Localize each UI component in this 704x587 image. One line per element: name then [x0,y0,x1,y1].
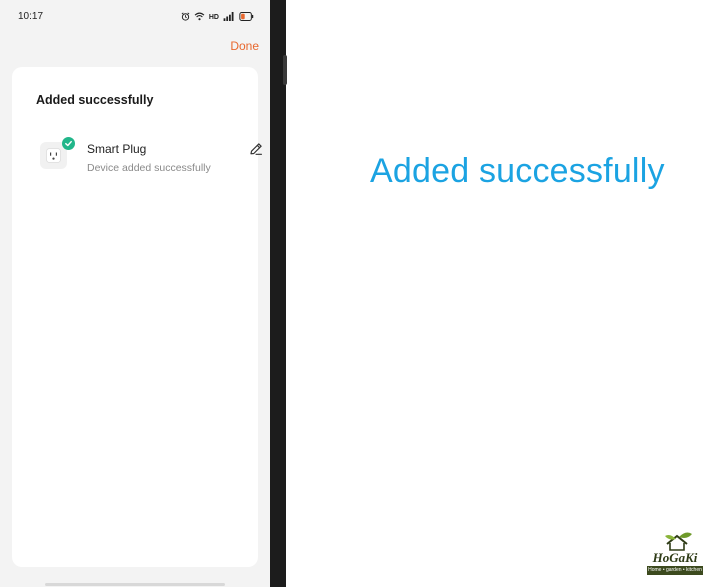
home-indicator [45,583,225,586]
device-name: Smart Plug [87,142,147,156]
brand-tagline: Home • garden • kitchen [647,566,703,575]
done-button[interactable]: Done [230,39,259,53]
pencil-icon[interactable] [248,141,264,157]
caption-text: Added successfully [370,152,665,190]
status-icons: HD [181,11,254,23]
device-list-item[interactable]: Smart Plug Device added successfully [40,137,263,181]
battery-icon [239,8,254,26]
wifi-icon [194,8,205,26]
alarm-icon [181,8,190,26]
phone-bezel [270,0,286,587]
phone-side-button [283,55,287,85]
status-time: 10:17 [18,11,44,22]
phone-screen: 10:17 HD Done Added successfully Smart P… [0,0,270,587]
device-icon-container [40,137,75,170]
status-bar: 10:17 HD [0,0,270,34]
check-icon [62,137,75,150]
network-type-label: HD [208,13,219,21]
signal-icon [223,8,235,26]
result-card: Added successfully Smart Plug Device add… [12,67,263,567]
card-title: Added successfully [36,93,154,107]
brand-name: HoGaKi [652,550,698,565]
brand-logo: HoGaKi Home • garden • kitchen [646,530,704,587]
device-status: Device added successfully [87,162,211,174]
